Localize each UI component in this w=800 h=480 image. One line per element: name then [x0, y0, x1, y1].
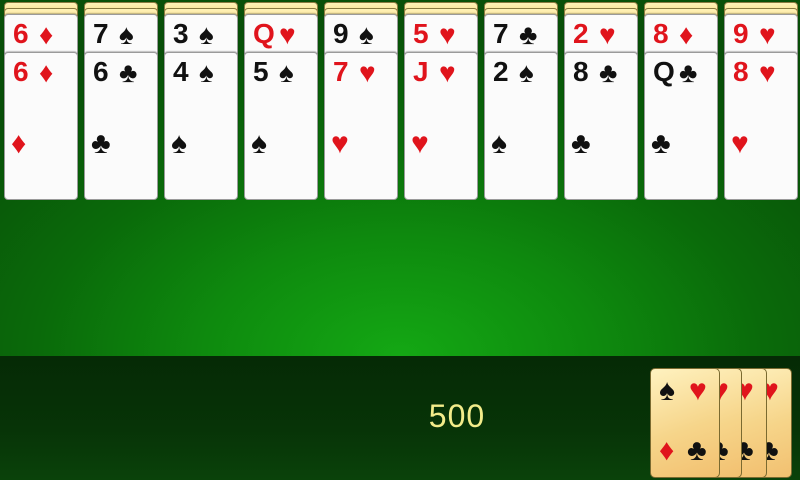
card-suit-icon: ♠: [199, 57, 214, 88]
stock-suit-icon: ♥: [689, 374, 707, 407]
card-suit-large-icon: ♥: [331, 127, 349, 160]
card-suit-large-icon: ♣: [91, 127, 111, 160]
card-suit-icon: ♥: [279, 19, 296, 50]
card-rank: 6: [13, 56, 29, 87]
card-suit-large-icon: ♠: [171, 127, 187, 160]
card-suit-icon: ♦: [39, 57, 54, 88]
card-rank: Q: [653, 56, 675, 87]
stock-suit-icon: ♦: [659, 434, 675, 467]
card-rank: Q: [253, 18, 275, 49]
card-suit-icon: ♣: [119, 57, 138, 88]
card-rank: 5: [253, 56, 269, 87]
top-card[interactable]: 4 ♠ ♠: [164, 52, 238, 200]
card-suit-icon: ♥: [359, 57, 376, 88]
card-rank: 7: [93, 18, 109, 49]
tableau-column-3: 3 ♠ 4 ♠ ♠: [164, 0, 240, 200]
top-card[interactable]: 6 ♣ ♣: [84, 52, 158, 200]
card-suit-icon: ♦: [39, 19, 54, 50]
stock-suit-icon: ♠: [659, 374, 675, 407]
card-rank: 2: [573, 18, 589, 49]
card-suit-icon: ♣: [599, 57, 618, 88]
tableau-column-1: 6 ♦ 6 ♦ ♦: [4, 0, 80, 200]
top-card[interactable]: Q ♣ ♣: [644, 52, 718, 200]
card-suit-icon: ♥: [759, 57, 776, 88]
card-suit-icon: ♣: [679, 57, 698, 88]
tableau-column-8: 2 ♥ 8 ♣ ♣: [564, 0, 640, 200]
card-rank: 8: [733, 56, 749, 87]
card-rank: 7: [333, 56, 349, 87]
top-card[interactable]: 7 ♥ ♥: [324, 52, 398, 200]
card-suit-large-icon: ♠: [251, 127, 267, 160]
card-suit-icon: ♠: [359, 19, 374, 50]
card-rank: J: [413, 56, 429, 87]
tableau-column-7: 7 ♣ 2 ♠ ♠: [484, 0, 560, 200]
card-suit-icon: ♣: [519, 19, 538, 50]
card-rank: 6: [93, 56, 109, 87]
score-display: 500: [428, 398, 486, 434]
card-rank: 5: [413, 18, 429, 49]
card-suit-large-icon: ♣: [571, 127, 591, 160]
card-rank: 6: [13, 18, 29, 49]
card-suit-icon: ♠: [519, 57, 534, 88]
card-rank: 7: [493, 18, 509, 49]
tableau-column-5: 9 ♠ 7 ♥ ♥: [324, 0, 400, 200]
card-suit-icon: ♥: [599, 19, 616, 50]
card-suit-large-icon: ♦: [11, 127, 27, 160]
card-rank: 8: [653, 18, 669, 49]
stock-card[interactable]: ♠ ♥ ♦ ♣: [650, 368, 720, 478]
tableau-column-6: 5 ♥ J ♥ ♥: [404, 0, 480, 200]
card-suit-icon: ♠: [279, 57, 294, 88]
card-suit-icon: ♦: [679, 19, 694, 50]
card-suit-large-icon: ♠: [491, 127, 507, 160]
tableau-column-4: Q ♥ 5 ♠ ♠: [244, 0, 320, 200]
tableau-column-9: 8 ♦ Q ♣ ♣: [644, 0, 720, 200]
tableau-column-2: 7 ♠ 6 ♣ ♣: [84, 0, 160, 200]
top-card[interactable]: 8 ♣ ♣: [564, 52, 638, 200]
stock-suit-icon: ♣: [687, 434, 707, 467]
card-rank: 9: [733, 18, 749, 49]
top-card[interactable]: 6 ♦ ♦: [4, 52, 78, 200]
card-suit-icon: ♥: [439, 57, 456, 88]
card-rank: 2: [493, 56, 509, 87]
card-suit-icon: ♠: [119, 19, 134, 50]
top-card[interactable]: 2 ♠ ♠: [484, 52, 558, 200]
card-rank: 3: [173, 18, 189, 49]
top-card[interactable]: 5 ♠ ♠: [244, 52, 318, 200]
top-card[interactable]: 8 ♥ ♥: [724, 52, 798, 200]
card-suit-large-icon: ♣: [651, 127, 671, 160]
card-rank: 9: [333, 18, 349, 49]
card-suit-large-icon: ♥: [731, 127, 749, 160]
card-rank: 4: [173, 56, 189, 87]
card-suit-icon: ♥: [759, 19, 776, 50]
card-rank: 8: [573, 56, 589, 87]
tableau-column-10: 9 ♥ 8 ♥ ♥: [724, 0, 800, 200]
card-suit-large-icon: ♥: [411, 127, 429, 160]
card-suit-icon: ♠: [199, 19, 214, 50]
card-suit-icon: ♥: [439, 19, 456, 50]
top-card[interactable]: J ♥ ♥: [404, 52, 478, 200]
